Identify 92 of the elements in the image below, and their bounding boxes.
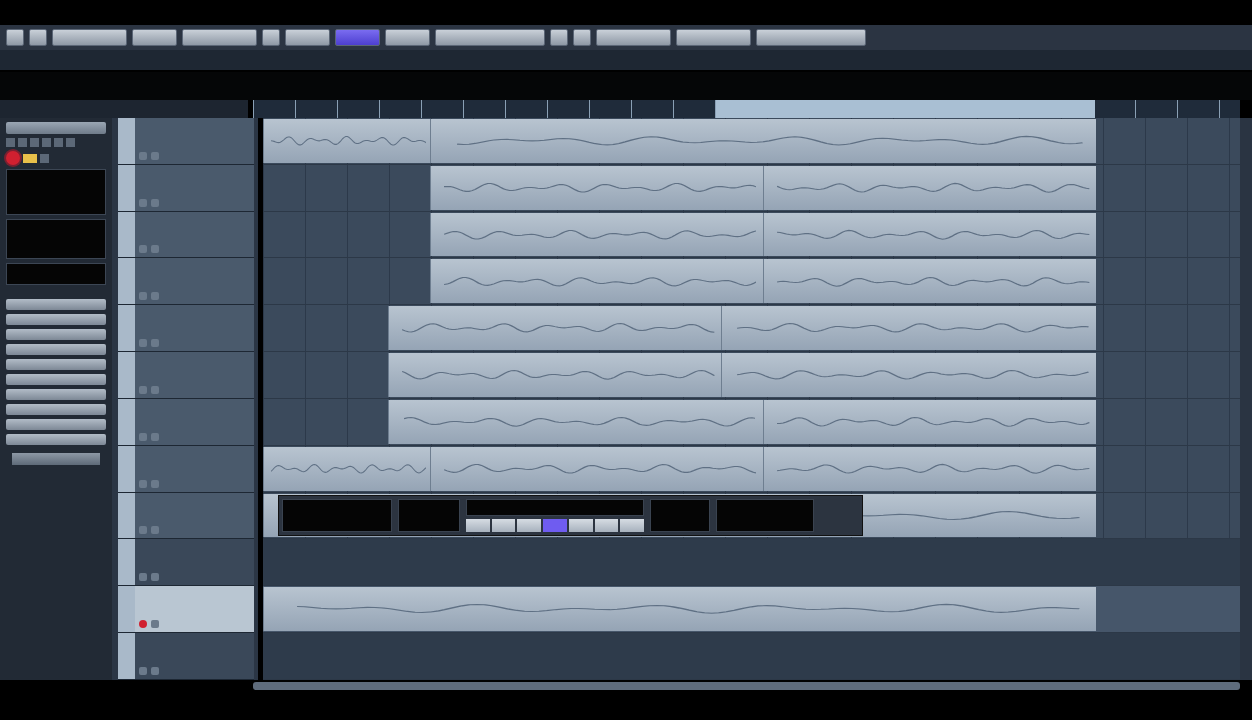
track-header[interactable]: [118, 539, 254, 587]
toolbar-button[interactable]: [6, 29, 24, 46]
toolbar-button[interactable]: [335, 29, 380, 46]
transport-button[interactable]: [568, 519, 593, 533]
transport-button[interactable]: [466, 519, 490, 533]
record-button[interactable]: [139, 432, 147, 441]
track-header[interactable]: [118, 633, 254, 680]
track-header[interactable]: [118, 211, 254, 259]
inspector-section[interactable]: [6, 344, 106, 355]
track-header[interactable]: [118, 305, 254, 353]
audio-part[interactable]: [429, 212, 763, 257]
track-header[interactable]: [118, 445, 254, 493]
toolbar-button[interactable]: [385, 29, 430, 46]
mute-button[interactable]: [151, 526, 159, 535]
inspector-section[interactable]: [6, 419, 106, 430]
toolbar-button[interactable]: [596, 29, 671, 46]
audio-part[interactable]: [762, 399, 1097, 444]
audio-part[interactable]: [263, 119, 430, 163]
mute-button[interactable]: [151, 385, 159, 394]
audio-part[interactable]: [721, 353, 1097, 397]
monitor-button[interactable]: [23, 153, 37, 163]
mute-button[interactable]: [151, 573, 159, 582]
record-button[interactable]: [139, 245, 147, 254]
transport-button[interactable]: [517, 519, 542, 533]
horizontal-scrollbar[interactable]: [253, 682, 1240, 690]
audio-part[interactable]: [762, 165, 1097, 210]
transport-button[interactable]: [594, 519, 619, 533]
inspector-section[interactable]: [6, 359, 106, 370]
toolbar-button[interactable]: [29, 29, 47, 46]
audio-part[interactable]: [721, 306, 1097, 351]
audio-part[interactable]: [388, 353, 722, 397]
transport-button[interactable]: [491, 519, 516, 533]
mute-button[interactable]: [151, 479, 159, 488]
mute-button[interactable]: [151, 151, 159, 160]
track-header[interactable]: [118, 118, 254, 165]
track-header[interactable]: [118, 492, 254, 540]
inspector-button-row[interactable]: [12, 453, 100, 465]
audio-part[interactable]: [388, 399, 763, 444]
record-button[interactable]: [139, 479, 147, 488]
inspector-section[interactable]: [6, 329, 106, 340]
audio-part[interactable]: [263, 587, 1097, 632]
tempo-display: [650, 498, 710, 533]
audio-part[interactable]: [429, 259, 763, 304]
record-button[interactable]: [139, 620, 147, 629]
track-header[interactable]: [118, 258, 254, 306]
mute-button[interactable]: [151, 198, 159, 207]
audio-part[interactable]: [429, 165, 763, 210]
audio-part[interactable]: [429, 446, 763, 491]
toolbar-button[interactable]: [182, 29, 257, 46]
toolbar-button[interactable]: [285, 29, 330, 46]
inspector-section[interactable]: [6, 389, 106, 400]
toolbar-button[interactable]: [573, 29, 591, 46]
record-button[interactable]: [139, 526, 147, 535]
track-header[interactable]: [118, 164, 254, 212]
inspector-section[interactable]: [6, 299, 106, 310]
mute-button[interactable]: [151, 339, 159, 348]
toolbar-button[interactable]: [550, 29, 568, 46]
timeline-ruler[interactable]: [253, 100, 1240, 118]
toolbar-button[interactable]: [262, 29, 280, 46]
track-header[interactable]: [118, 586, 254, 634]
record-button[interactable]: [139, 151, 147, 160]
track-name-field[interactable]: [6, 122, 106, 134]
audio-part[interactable]: [762, 446, 1097, 491]
record-button[interactable]: [139, 198, 147, 207]
audio-part[interactable]: [263, 446, 430, 491]
inspector-section[interactable]: [6, 374, 106, 385]
toolbar-button[interactable]: [756, 29, 866, 46]
record-button[interactable]: [139, 573, 147, 582]
mute-button[interactable]: [151, 245, 159, 254]
transport-button[interactable]: [620, 519, 645, 533]
track-header[interactable]: [118, 398, 254, 446]
toolbar-button[interactable]: [435, 29, 545, 46]
toolbar-button[interactable]: [676, 29, 751, 46]
track-header[interactable]: [118, 352, 254, 399]
vertical-scrollbar[interactable]: [1240, 118, 1252, 680]
mute-button[interactable]: [151, 432, 159, 441]
audio-part[interactable]: [762, 259, 1097, 304]
inspector-section[interactable]: [6, 434, 106, 445]
record-button[interactable]: [139, 339, 147, 348]
record-button[interactable]: [139, 666, 147, 675]
mute-button[interactable]: [151, 666, 159, 675]
inspector-section[interactable]: [6, 314, 106, 325]
record-button[interactable]: [139, 292, 147, 301]
marker-display: [398, 498, 460, 533]
mute-button[interactable]: [151, 292, 159, 301]
audio-part[interactable]: [388, 306, 722, 351]
inspector-section[interactable]: [6, 404, 106, 415]
mute-button[interactable]: [151, 620, 159, 629]
audio-part[interactable]: [762, 212, 1097, 257]
record-button[interactable]: [139, 385, 147, 394]
toolbar-button[interactable]: [52, 29, 127, 46]
toolbar-button[interactable]: [132, 29, 177, 46]
